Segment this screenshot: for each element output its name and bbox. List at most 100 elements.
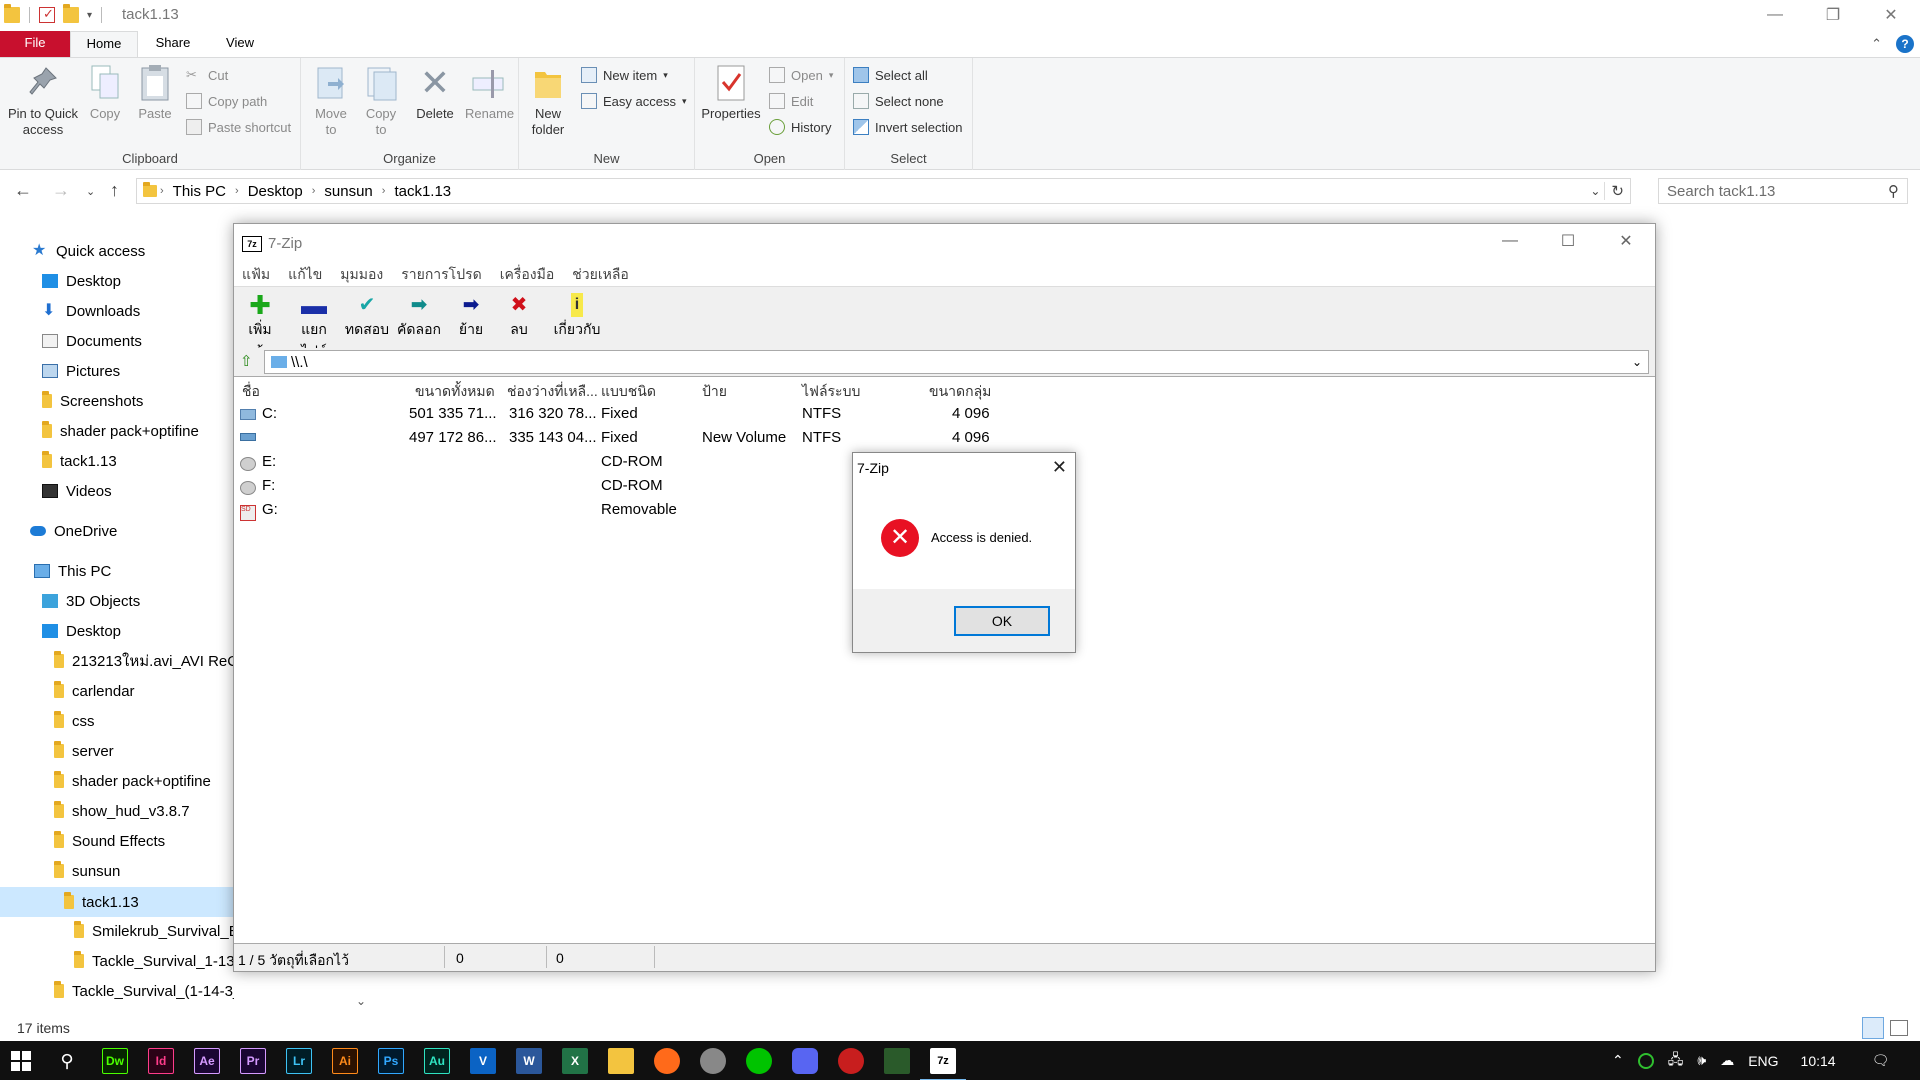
new-item-button[interactable]: New item ▾	[581, 64, 668, 86]
refresh-icon[interactable]: ↻	[1604, 182, 1630, 200]
column-label[interactable]: ป้าย	[702, 381, 727, 403]
paste-shortcut-button[interactable]: Paste shortcut	[186, 116, 291, 138]
table-row[interactable]: C: 501 335 71... 316 320 78... Fixed NTF…	[234, 401, 1655, 425]
properties-button[interactable]: Properties	[699, 64, 763, 122]
delete-button-7zip[interactable]: ✖ ลบ	[504, 293, 534, 341]
search-icon[interactable]: ⚲	[54, 1048, 80, 1074]
discord-icon[interactable]	[792, 1048, 818, 1074]
excel-icon[interactable]: X	[562, 1048, 588, 1074]
recent-locations-icon[interactable]: ⌄	[86, 185, 95, 198]
move-button[interactable]: ➡ ย้าย	[452, 293, 490, 341]
easy-access-button[interactable]: Easy access ▾	[581, 90, 687, 112]
nav-server[interactable]: server	[54, 738, 114, 764]
copy-to-button[interactable]: Copy to	[361, 64, 401, 138]
nav-onedrive[interactable]: OneDrive	[30, 518, 117, 544]
history-button[interactable]: History	[769, 116, 831, 138]
nav-this-pc[interactable]: This PC	[34, 558, 111, 584]
photoshop-icon[interactable]: Ps	[378, 1048, 404, 1074]
new-folder-icon[interactable]	[63, 4, 79, 23]
breadcrumb-sunsun[interactable]: sunsun	[318, 183, 378, 200]
help-icon[interactable]: ?	[1896, 35, 1914, 53]
open-button[interactable]: Open ▾	[769, 64, 833, 86]
edit-button[interactable]: Edit	[769, 90, 813, 112]
column-type[interactable]: แบบชนิด	[601, 381, 656, 403]
illustrator-icon[interactable]: Ai	[332, 1048, 358, 1074]
invert-selection-button[interactable]: Invert selection	[853, 116, 962, 138]
menu-edit[interactable]: แก้ไข	[288, 264, 322, 286]
nav-folder-213213[interactable]: 213213ใหม่.avi_AVI ReCo	[54, 648, 234, 674]
nav-tackle-1-13[interactable]: Tackle_Survival_1-13-	[74, 948, 234, 974]
column-cluster-size[interactable]: ขนาดกลุ่ม	[929, 381, 991, 403]
folder-up-icon[interactable]: ⇧	[240, 352, 253, 370]
tab-share[interactable]: Share	[148, 31, 198, 57]
restore-button[interactable]: ❐	[1804, 0, 1862, 30]
onedrive-tray-icon[interactable]: ☁	[1720, 1052, 1734, 1069]
nav-desktop[interactable]: Desktop	[42, 268, 121, 294]
chevron-right-icon[interactable]: ›	[232, 185, 242, 197]
new-folder-button[interactable]: New folder	[527, 64, 569, 138]
copy-path-button[interactable]: Copy path	[186, 90, 267, 112]
language-indicator[interactable]: ENG	[1748, 1053, 1778, 1069]
menu-tools[interactable]: เครื่องมือ	[500, 264, 555, 286]
lightroom-icon[interactable]: Lr	[286, 1048, 312, 1074]
nav-quick-access[interactable]: ★ Quick access	[32, 238, 145, 264]
breadcrumb-desktop[interactable]: Desktop	[242, 183, 309, 200]
minimize-button[interactable]: —	[1746, 0, 1804, 30]
nav-css[interactable]: css	[54, 708, 95, 734]
breadcrumb-this-pc[interactable]: This PC	[167, 183, 232, 200]
copy-button[interactable]: Copy	[86, 64, 124, 122]
table-row[interactable]: 497 172 86... 335 143 04... Fixed New Vo…	[234, 425, 1655, 449]
column-total-size[interactable]: ขนาดทั้งหมด	[415, 381, 495, 403]
breadcrumb-tack[interactable]: tack1.13	[388, 183, 457, 200]
back-arrow-icon[interactable]: ←	[14, 180, 32, 201]
test-button[interactable]: ✔ ทดสอบ	[344, 293, 390, 341]
after-effects-icon[interactable]: Ae	[194, 1048, 220, 1074]
dreamweaver-icon[interactable]: Dw	[102, 1048, 128, 1074]
visual-studio-code-icon[interactable]: V	[470, 1048, 496, 1074]
indesign-icon[interactable]: Id	[148, 1048, 174, 1074]
column-name[interactable]: ชื่อ	[242, 381, 260, 403]
7zip-path-input[interactable]: \\.\ ⌄	[264, 350, 1649, 374]
tab-view[interactable]: View	[220, 31, 260, 57]
premiere-icon[interactable]: Pr	[240, 1048, 266, 1074]
nav-sunsun[interactable]: sunsun	[54, 858, 120, 884]
customize-qat-icon[interactable]: ▾	[87, 10, 92, 21]
scroll-down-icon[interactable]: ⌄	[356, 994, 366, 1008]
line-icon[interactable]	[746, 1048, 772, 1074]
word-icon[interactable]: W	[516, 1048, 542, 1074]
tray-app-icon[interactable]	[1637, 1052, 1654, 1069]
move-to-button[interactable]: Move to	[311, 64, 351, 138]
dialog-close-button[interactable]: ✕	[1052, 457, 1067, 478]
7zip-minimize-button[interactable]: —	[1481, 224, 1539, 258]
nav-desktop-pc[interactable]: Desktop	[42, 618, 121, 644]
nav-carlendar[interactable]: carlendar	[54, 678, 135, 704]
rename-button[interactable]: Rename	[465, 64, 514, 122]
info-button[interactable]: i เกี่ยวกับ	[552, 293, 602, 341]
nav-screenshots[interactable]: Screenshots	[42, 388, 143, 414]
properties-check-icon[interactable]: ✓	[39, 6, 55, 23]
column-free-space[interactable]: ช่องว่างที่เหลื...	[507, 381, 598, 403]
copy-button-7zip[interactable]: ➡ คัดลอก	[396, 293, 442, 341]
nav-show-hud[interactable]: show_hud_v3.8.7	[54, 798, 190, 824]
chevron-right-icon[interactable]: ›	[157, 185, 167, 197]
minecraft-icon[interactable]	[884, 1048, 910, 1074]
nav-smilekrub[interactable]: Smilekrub_Survival_B	[74, 918, 234, 944]
tray-overflow-icon[interactable]: ⌃	[1612, 1052, 1624, 1069]
tab-file[interactable]: File	[0, 31, 70, 57]
column-filesystem[interactable]: ไฟล์ระบบ	[802, 381, 860, 403]
address-dropdown-icon[interactable]: ⌄	[1590, 184, 1600, 198]
windows-start-icon[interactable]	[8, 1048, 34, 1074]
chevron-right-icon[interactable]: ›	[379, 185, 389, 197]
nav-3d-objects[interactable]: 3D Objects	[42, 588, 140, 614]
details-view-icon[interactable]	[1862, 1017, 1884, 1039]
menu-view[interactable]: มุมมอง	[340, 264, 383, 286]
file-explorer-icon[interactable]	[608, 1048, 634, 1074]
select-all-button[interactable]: Select all	[853, 64, 928, 86]
7zip-maximize-button[interactable]: ☐	[1539, 224, 1597, 258]
nav-shader-pack[interactable]: shader pack+optifine	[42, 418, 199, 444]
app-icon[interactable]	[700, 1048, 726, 1074]
ok-button[interactable]: OK	[954, 606, 1050, 636]
forward-arrow-icon[interactable]: →	[52, 180, 70, 201]
pin-to-quick-access-button[interactable]: Pin to Quick access	[6, 64, 80, 138]
menu-favorites[interactable]: รายการโปรด	[401, 264, 481, 286]
